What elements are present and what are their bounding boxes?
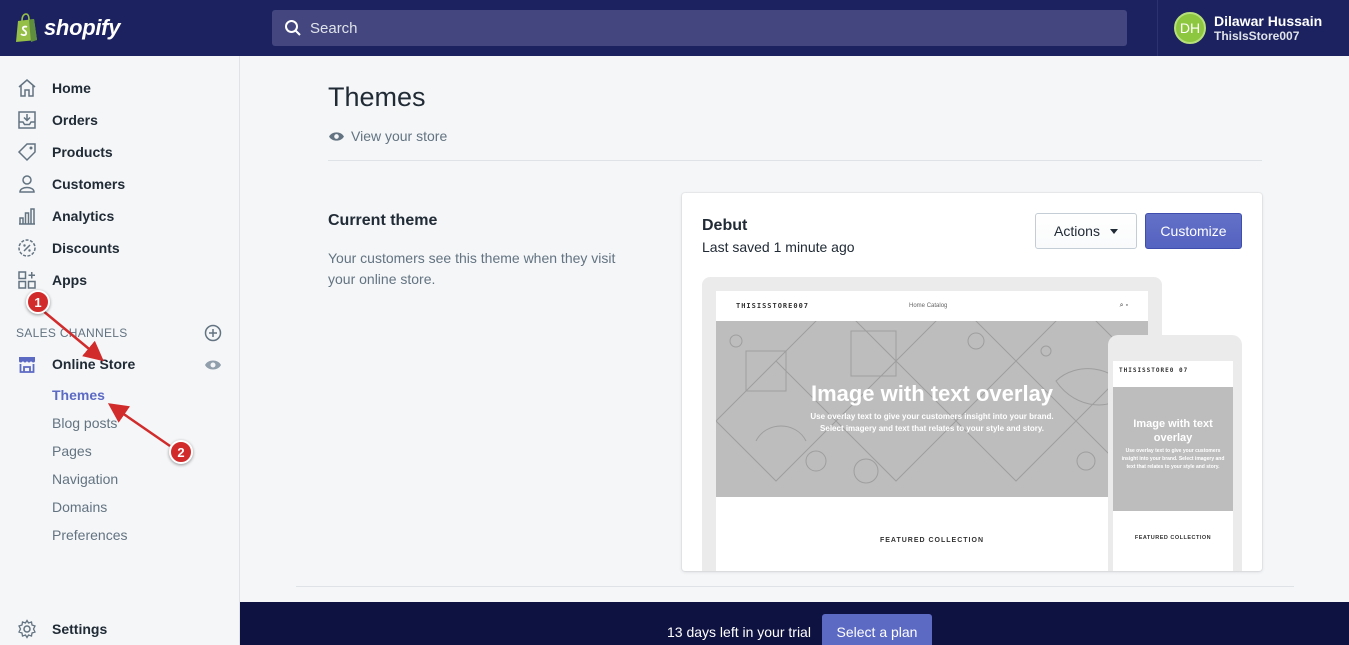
- user-store: ThisIsStore007: [1214, 29, 1300, 43]
- sidebar: Home Orders Products Customers Analytics…: [0, 56, 240, 645]
- trial-bar: 13 days left in your trial Select a plan: [240, 602, 1349, 645]
- mobile-hero-subtitle: Use overlay text to give your customers …: [1121, 448, 1225, 470]
- page-title: Themes: [328, 82, 426, 112]
- view-store-label: View your store: [351, 128, 448, 144]
- sales-channels-header: SALES CHANNELS: [16, 326, 128, 340]
- brand-name: shopify: [44, 15, 121, 40]
- preview-hero-sub-line-2: Select imagery and text that relates to …: [820, 424, 1044, 433]
- sidebar-item-label: Online Store: [52, 356, 136, 372]
- view-store-link[interactable]: View your store: [328, 128, 447, 144]
- sidebar-sub-themes[interactable]: Themes: [52, 387, 105, 403]
- desktop-preview-screen: THISISSTORE007 Home Catalog ⌕ ▫ Image wi…: [716, 291, 1148, 571]
- current-theme-description: Your customers see this theme when they …: [328, 250, 616, 287]
- mobile-preview: THISISSTORE0 07 Image with text overlay …: [1108, 335, 1242, 571]
- sidebar-item-products[interactable]: Products: [0, 136, 240, 168]
- search-placeholder: Search: [310, 19, 358, 37]
- search-input[interactable]: Search: [272, 10, 1127, 46]
- sidebar-item-label: Orders: [52, 112, 98, 128]
- gear-icon: [16, 618, 38, 640]
- shopify-logo[interactable]: shopify: [0, 0, 240, 56]
- sidebar-item-analytics[interactable]: Analytics: [0, 200, 240, 232]
- sidebar-sub-preferences[interactable]: Preferences: [52, 527, 127, 543]
- sidebar-item-label: Customers: [52, 176, 126, 192]
- person-icon: [16, 173, 38, 195]
- trial-text: 13 days left in your trial: [667, 624, 811, 640]
- top-bar: shopify Search DH Dilawar Hussain ThisIs…: [0, 0, 1349, 56]
- customize-button[interactable]: Customize: [1145, 213, 1242, 249]
- annotation-marker-1: 1: [26, 290, 50, 314]
- preview-search-icon: ⌕ ▫: [1119, 302, 1128, 309]
- divider: [296, 586, 1294, 587]
- orders-icon: [16, 109, 38, 131]
- mobile-store-name: THISISSTORE0 07: [1119, 367, 1189, 374]
- sidebar-item-label: Home: [52, 80, 91, 96]
- sidebar-item-label: Products: [52, 144, 113, 160]
- search-icon: [285, 20, 301, 36]
- sidebar-sub-domains[interactable]: Domains: [52, 499, 107, 515]
- tag-icon: [16, 141, 38, 163]
- sidebar-item-label: Apps: [52, 272, 87, 288]
- sidebar-item-home[interactable]: Home: [0, 72, 240, 104]
- select-plan-button[interactable]: Select a plan: [822, 614, 932, 645]
- theme-last-saved: Last saved 1 minute ago: [702, 239, 855, 255]
- preview-featured-collection: FEATURED COLLECTION: [879, 537, 985, 544]
- preview-store-name: THISISSTORE007: [736, 302, 810, 310]
- sidebar-item-label: Discounts: [52, 240, 120, 256]
- user-menu[interactable]: DH Dilawar Hussain ThisIsStore007: [1157, 0, 1349, 56]
- sidebar-item-label: Analytics: [52, 208, 115, 224]
- store-icon: [16, 353, 38, 375]
- actions-label: Actions: [1054, 223, 1100, 239]
- preview-hero-sub-line-1: Use overlay text to give your customers …: [810, 412, 1054, 421]
- mobile-featured-collection: FEATURED COLLECTION: [1134, 535, 1212, 541]
- mobile-hero: Image with text overlay Use overlay text…: [1113, 387, 1233, 511]
- sidebar-sub-blog-posts[interactable]: Blog posts: [52, 415, 117, 431]
- mobile-preview-screen: THISISSTORE0 07 Image with text overlay …: [1113, 361, 1233, 571]
- annotation-marker-2: 2: [169, 440, 193, 464]
- desktop-preview: THISISSTORE007 Home Catalog ⌕ ▫ Image wi…: [702, 277, 1162, 571]
- sidebar-sub-navigation[interactable]: Navigation: [52, 471, 118, 487]
- sidebar-item-customers[interactable]: Customers: [0, 168, 240, 200]
- sidebar-sub-pages[interactable]: Pages: [52, 443, 92, 459]
- add-channel-icon[interactable]: [204, 324, 222, 347]
- eye-icon: [329, 131, 344, 141]
- shopify-bag-icon: [14, 13, 40, 43]
- discount-icon: [16, 237, 38, 259]
- sidebar-item-settings[interactable]: Settings: [16, 618, 107, 640]
- preview-hero-subtitle: Use overlay text to give your customers …: [716, 411, 1148, 435]
- bar-chart-icon: [16, 205, 38, 227]
- user-name: Dilawar Hussain: [1214, 13, 1323, 29]
- preview-hero-title: Image with text overlay: [810, 381, 1054, 406]
- home-icon: [16, 77, 38, 99]
- main-content: Themes View your store Current theme You…: [240, 56, 1349, 602]
- theme-name: Debut: [702, 217, 748, 234]
- theme-card: Debut Last saved 1 minute ago Actions Cu…: [682, 193, 1262, 571]
- preview-hero: Image with text overlay Use overlay text…: [716, 321, 1148, 497]
- mobile-hero-title: Image with text overlay: [1133, 418, 1213, 444]
- sidebar-item-orders[interactable]: Orders: [0, 104, 240, 136]
- actions-button[interactable]: Actions: [1035, 213, 1137, 249]
- caret-down-icon: [1109, 228, 1118, 234]
- sidebar-item-discounts[interactable]: Discounts: [0, 232, 240, 264]
- divider: [328, 160, 1262, 161]
- view-store-eye-icon[interactable]: [204, 358, 222, 377]
- apps-icon: [16, 269, 38, 291]
- settings-label: Settings: [52, 621, 108, 637]
- avatar: DH: [1174, 12, 1206, 44]
- preview-nav: Home Catalog: [909, 303, 948, 309]
- preview-hero-pattern: [716, 321, 1148, 484]
- current-theme-heading: Current theme: [328, 212, 438, 229]
